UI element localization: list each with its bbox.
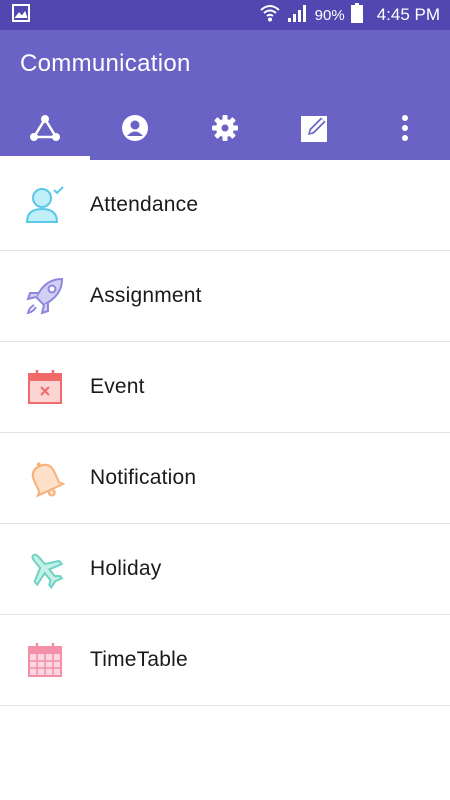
battery-icon <box>350 2 363 28</box>
status-left <box>12 3 30 27</box>
share-network-icon <box>28 114 62 147</box>
list-item-assignment[interactable]: Assignment <box>0 251 450 342</box>
tab-more[interactable] <box>360 100 450 160</box>
gallery-icon <box>12 3 30 27</box>
battery-percent: 90% <box>314 6 345 24</box>
settings-gear-icon <box>211 114 239 147</box>
list-item-timetable[interactable]: TimeTable <box>0 615 450 706</box>
list-item-label: Event <box>90 375 145 398</box>
tab-share[interactable] <box>0 100 90 160</box>
clock: 4:45 PM <box>376 5 440 24</box>
list-item-event[interactable]: Event <box>0 342 450 433</box>
attendance-person-check-icon <box>0 160 90 251</box>
page-title: Communication <box>20 50 191 77</box>
tab-bar <box>0 100 450 160</box>
list-item-label: Assignment <box>90 284 202 307</box>
menu-list: Attendance Assignment Event Notification… <box>0 160 450 706</box>
tab-settings[interactable] <box>180 100 270 160</box>
list-item-holiday[interactable]: Holiday <box>0 524 450 615</box>
airplane-icon <box>0 524 90 615</box>
status-bar: 90% 4:45 PM <box>0 0 450 30</box>
tab-account[interactable] <box>90 100 180 160</box>
edit-compose-icon <box>300 113 330 148</box>
list-item-label: Holiday <box>90 557 162 580</box>
more-vert-icon <box>401 114 409 147</box>
list-item-label: Attendance <box>90 193 199 216</box>
account-icon <box>121 114 149 147</box>
calendar-x-icon <box>0 342 90 433</box>
list-item-attendance[interactable]: Attendance <box>0 160 450 251</box>
rocket-icon <box>0 251 90 342</box>
list-item-label: Notification <box>90 466 197 489</box>
status-right: 90% 4:45 PM <box>259 2 440 28</box>
wifi-icon <box>259 3 281 28</box>
app-bar: Communication <box>0 30 450 160</box>
signal-icon <box>287 3 309 28</box>
tab-compose[interactable] <box>270 100 360 160</box>
calendar-grid-icon <box>0 615 90 706</box>
bell-icon <box>0 433 90 524</box>
list-item-notification[interactable]: Notification <box>0 433 450 524</box>
list-item-label: TimeTable <box>90 648 188 671</box>
